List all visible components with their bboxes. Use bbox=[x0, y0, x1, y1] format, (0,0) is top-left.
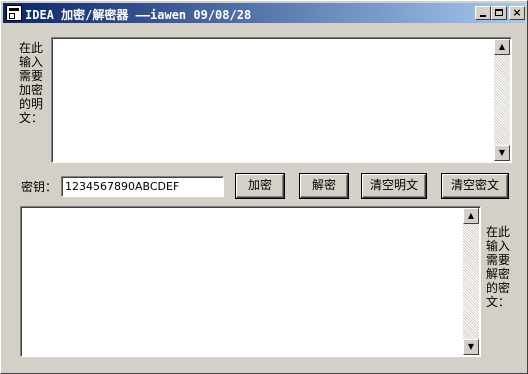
maximize-button[interactable] bbox=[491, 6, 507, 20]
scroll-down-button[interactable]: ▼ bbox=[494, 145, 510, 161]
key-input[interactable]: 1234567890ABCDEF bbox=[61, 176, 224, 197]
scroll-up-button[interactable]: ▲ bbox=[463, 208, 479, 224]
close-icon: × bbox=[512, 6, 522, 19]
arrow-down-icon: ▼ bbox=[467, 342, 475, 351]
arrow-up-icon: ▲ bbox=[498, 42, 506, 51]
key-label: 密钥： bbox=[21, 180, 58, 194]
scroll-down-button[interactable]: ▼ bbox=[463, 339, 479, 355]
clear-ciphertext-button[interactable]: 清空密文 bbox=[442, 174, 508, 198]
app-window: IDEA 加密/解密器 ——iawen 09/08/28 × 在此输入需要加密的… bbox=[0, 0, 528, 374]
window-title: IDEA 加密/解密器 ——iawen 09/08/28 bbox=[25, 8, 252, 22]
arrow-down-icon: ▼ bbox=[498, 148, 506, 157]
arrow-up-icon: ▲ bbox=[467, 211, 475, 220]
ciphertext-scrollbar[interactable]: ▲ ▼ bbox=[463, 208, 479, 355]
encrypt-button[interactable]: 加密 bbox=[236, 174, 284, 198]
ciphertext-label: 在此输入需要解密的密文： bbox=[486, 225, 511, 309]
clear-plaintext-button[interactable]: 清空明文 bbox=[362, 174, 426, 198]
title-bar[interactable]: IDEA 加密/解密器 ——iawen 09/08/28 × bbox=[3, 3, 525, 23]
minimize-button[interactable] bbox=[475, 6, 491, 20]
close-button[interactable]: × bbox=[509, 6, 525, 20]
decrypt-button[interactable]: 解密 bbox=[300, 174, 348, 198]
ciphertext-textarea[interactable]: ▲ ▼ bbox=[20, 206, 481, 357]
scroll-up-button[interactable]: ▲ bbox=[494, 39, 510, 55]
plaintext-textarea[interactable]: ▲ ▼ bbox=[51, 37, 512, 163]
app-icon[interactable] bbox=[6, 5, 22, 21]
plaintext-scrollbar[interactable]: ▲ ▼ bbox=[494, 39, 510, 161]
maximize-icon bbox=[495, 9, 503, 16]
minimize-icon bbox=[480, 15, 486, 17]
plaintext-label: 在此输入需要加密的明文： bbox=[19, 41, 44, 125]
